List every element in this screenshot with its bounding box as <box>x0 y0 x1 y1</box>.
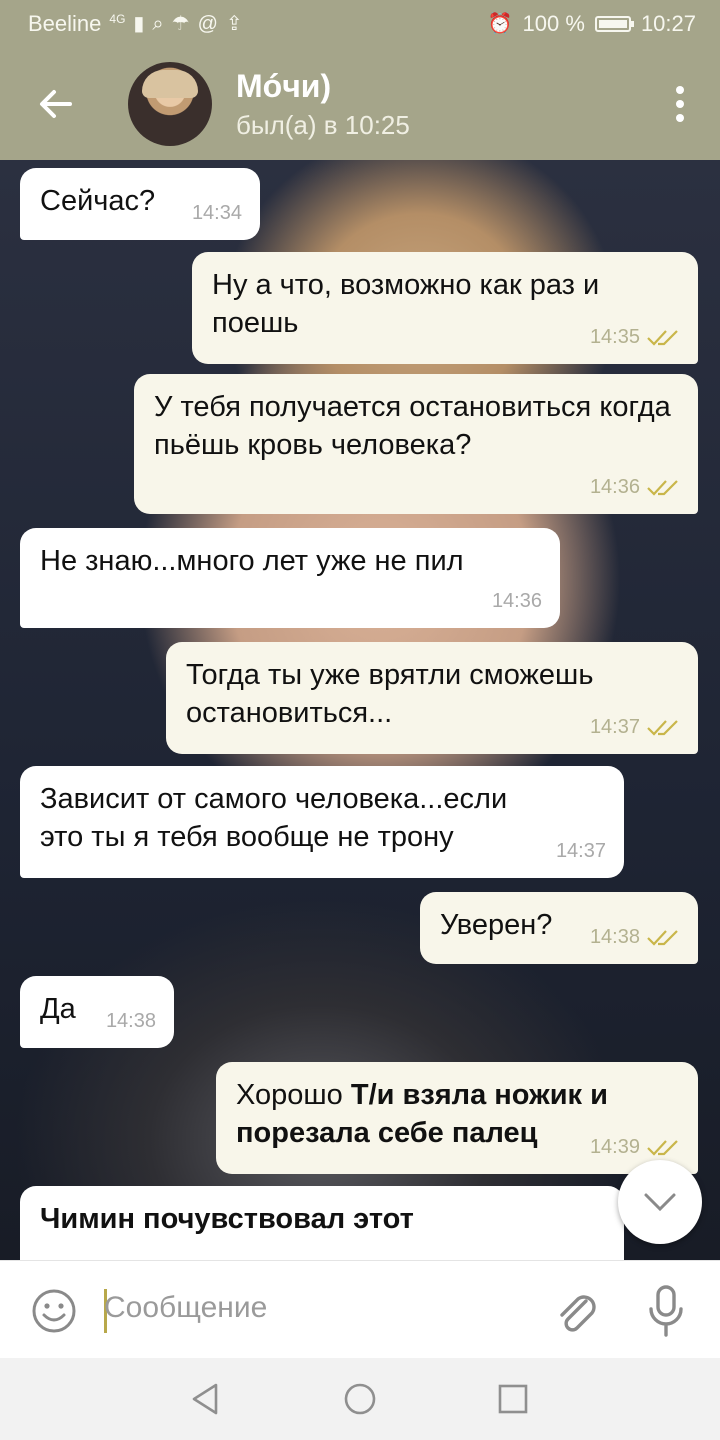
nav-recents-icon[interactable] <box>496 1382 530 1416</box>
message-text: Не знаю...много лет уже не пил <box>40 545 464 577</box>
message-time: 14:37 <box>589 716 640 738</box>
message-outgoing[interactable]: Уверен? 14:38 <box>420 892 698 964</box>
contact-name[interactable]: Мóчи) <box>236 68 331 105</box>
message-text: Чимин почувствовал этот <box>40 1203 414 1235</box>
message-incoming[interactable]: Не знаю...много лет уже не пил 14:36 <box>20 528 560 628</box>
message-time: 14:38 <box>105 1010 156 1032</box>
message-time: 14:37 <box>555 840 606 862</box>
download-icon: ⇪ <box>225 13 243 35</box>
emoji-icon[interactable] <box>30 1287 78 1335</box>
message-incoming[interactable]: Да 14:38 <box>20 976 174 1048</box>
chevron-down-icon <box>644 1193 676 1212</box>
nav-back-icon[interactable] <box>188 1382 222 1416</box>
nav-home-icon[interactable] <box>343 1382 377 1416</box>
message-time: 14:39 <box>589 1136 640 1158</box>
back-arrow-icon[interactable] <box>34 82 78 126</box>
message-time: 14:36 <box>491 590 542 612</box>
message-outgoing[interactable]: Хорошо Т/и взяла ножик и порезала себе п… <box>216 1062 698 1174</box>
message-outgoing[interactable]: Ну а что, возможно как раз и поешь 14:35 <box>192 252 698 364</box>
scroll-down-button[interactable] <box>618 1160 702 1244</box>
message-time: 14:34 <box>191 202 242 224</box>
network-label: 4G <box>109 12 126 26</box>
avatar[interactable] <box>128 62 212 146</box>
read-checkmarks-icon <box>647 1140 678 1156</box>
chat-header: Мóчи) был(а) в 10:25 <box>0 48 720 160</box>
message-outgoing[interactable]: Тогда ты уже врятли сможешь остановиться… <box>166 642 698 754</box>
at-sign-icon: @ <box>197 13 218 35</box>
message-outgoing[interactable]: У тебя получается остановиться когда пьё… <box>134 374 698 514</box>
alarm-icon: ⏰ <box>487 13 513 35</box>
message-incoming[interactable]: Зависит от самого человека...если это ты… <box>20 766 624 878</box>
search-icon: ⌕ <box>152 13 164 35</box>
more-menu-icon[interactable] <box>674 86 686 126</box>
carrier-label: Beeline <box>28 11 102 36</box>
umbrella-icon: ☂ <box>171 13 190 35</box>
message-input[interactable]: Сообщение <box>104 1291 267 1325</box>
message-incoming[interactable]: Чимин почувствовал этот <box>20 1186 624 1260</box>
paperclip-icon[interactable] <box>552 1285 600 1337</box>
message-time: 14:35 <box>589 326 640 348</box>
read-checkmarks-icon <box>647 720 678 736</box>
system-nav-bar <box>0 1358 720 1440</box>
message-text: Зависит от самого человека...если это ты… <box>40 783 508 853</box>
signal-icon: ▮ <box>133 13 145 35</box>
message-list[interactable]: Сейчас? 14:34 Ну а что, возможно как раз… <box>0 160 720 1260</box>
clock: 10:27 <box>640 11 696 36</box>
microphone-icon[interactable] <box>646 1283 686 1339</box>
read-checkmarks-icon <box>647 930 678 946</box>
battery-icon <box>594 16 634 32</box>
message-incoming[interactable]: Сейчас? 14:34 <box>20 168 260 240</box>
message-time: 14:38 <box>589 926 640 948</box>
read-checkmarks-icon <box>647 480 678 496</box>
message-text-plain: Хорошо <box>236 1079 351 1111</box>
battery-percent: 100 % <box>522 11 585 36</box>
message-composer: Сообщение <box>0 1260 720 1359</box>
message-time: 14:36 <box>589 476 640 498</box>
message-text: У тебя получается остановиться когда пьё… <box>154 391 671 461</box>
status-bar: Beeline 4G ▮ ⌕ ☂ @ ⇪ ⏰ 100 % 10:27 <box>0 0 720 48</box>
last-seen-status: был(а) в 10:25 <box>236 110 410 140</box>
read-checkmarks-icon <box>647 330 678 346</box>
